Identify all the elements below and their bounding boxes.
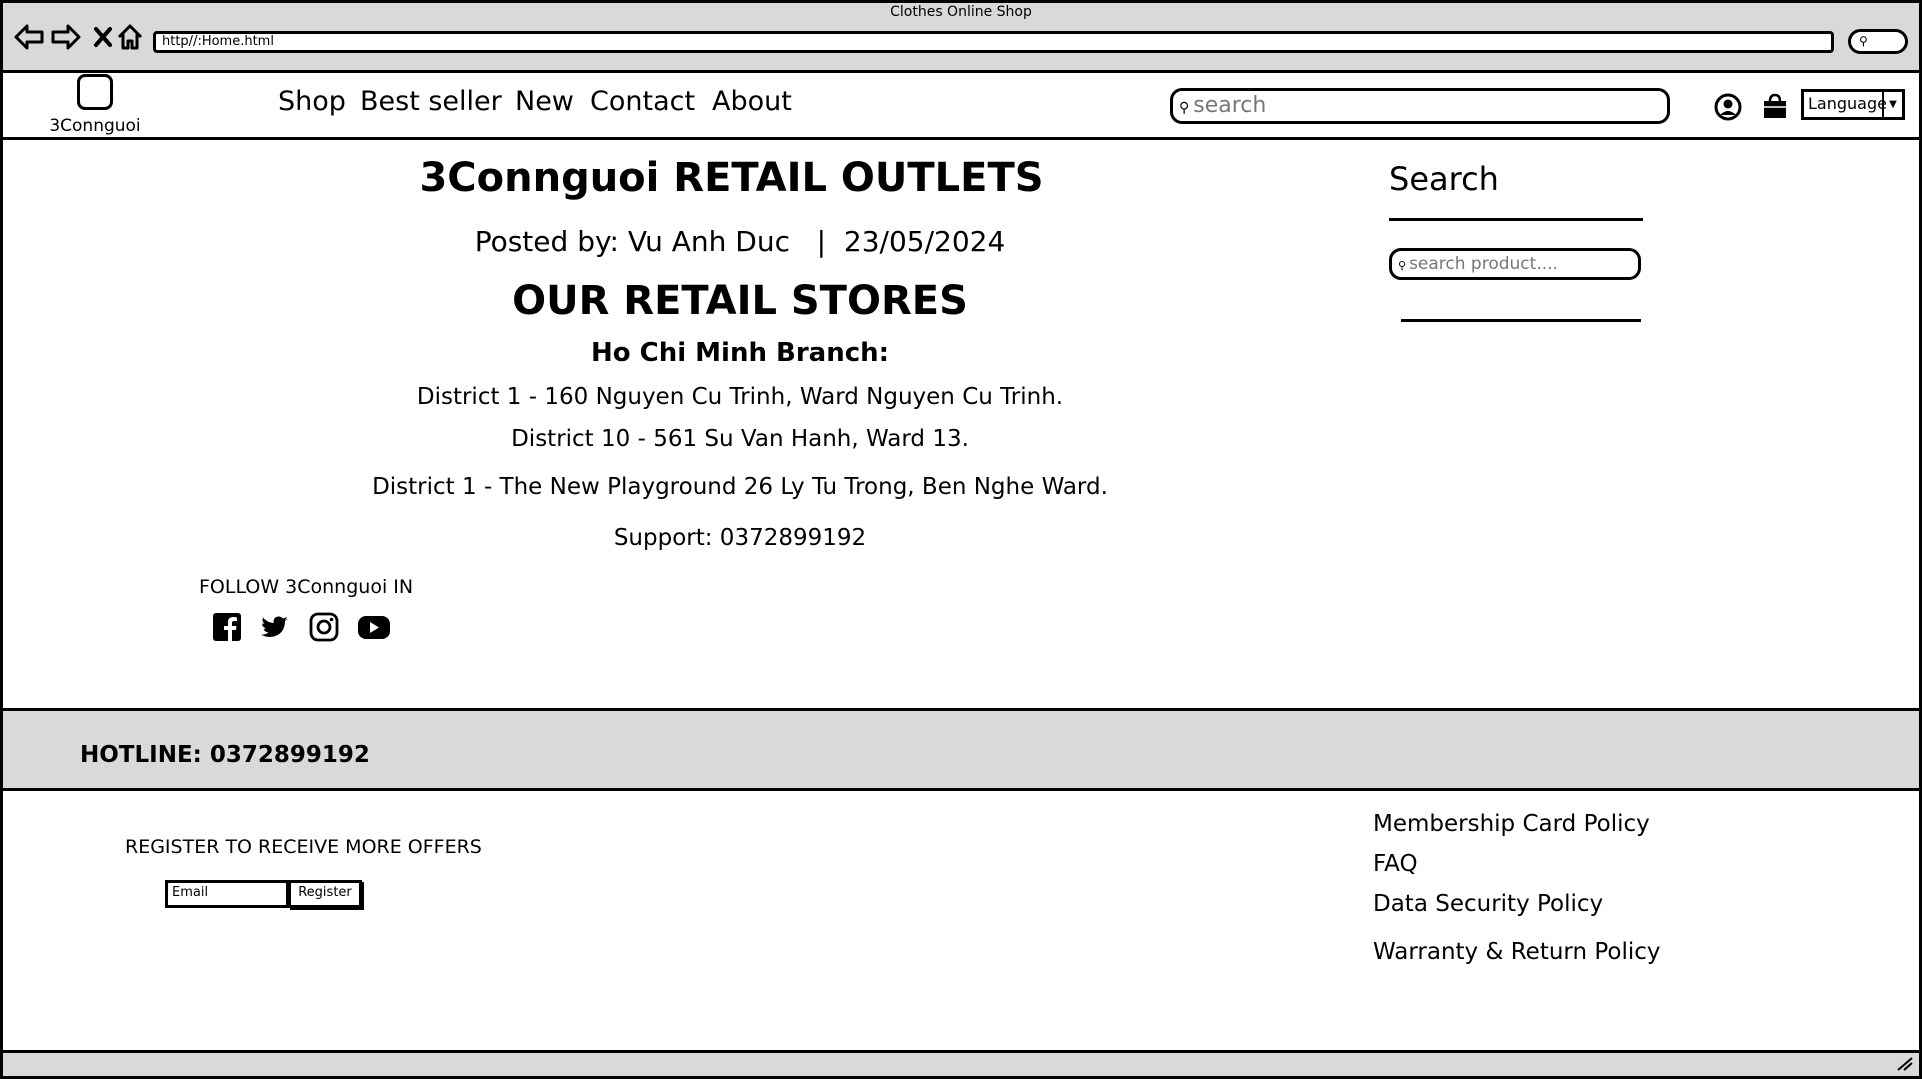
post-meta: Posted by: Vu Anh Duc | 23/05/2024 [474, 225, 1006, 258]
language-label: Language [1808, 94, 1887, 113]
sidebar-title: Search [1389, 160, 1499, 198]
search-icon: ⚲ [1179, 100, 1190, 116]
address-line: District 10 - 561 Su Van Hanh, Ward 13. [511, 426, 969, 452]
section-title: OUR RETAIL STORES [512, 278, 968, 324]
nav-best-seller[interactable]: Best seller [360, 86, 502, 117]
language-select[interactable]: Language ▼ [1801, 89, 1905, 120]
branch-heading: Ho Chi Minh Branch: [590, 338, 890, 368]
register-button[interactable]: Register [288, 880, 362, 908]
forward-arrow-icon[interactable] [49, 20, 83, 54]
support-phone: Support: 0372899192 [613, 525, 867, 551]
divider [1401, 319, 1641, 322]
nav-contact[interactable]: Contact [590, 86, 695, 117]
divider [1389, 218, 1643, 221]
footer-link-faq[interactable]: FAQ [1373, 851, 1418, 877]
logo-text: 3Connguoi [49, 116, 141, 136]
logo-icon[interactable] [77, 74, 113, 110]
nav-shop[interactable]: Shop [278, 86, 346, 117]
nav-new[interactable]: New [515, 86, 574, 117]
search-placeholder: search [1193, 93, 1267, 118]
address-line: District 1 - The New Playground 26 Ly Tu… [372, 474, 1108, 500]
footer-link-membership[interactable]: Membership Card Policy [1373, 811, 1650, 837]
search-icon: ⚲ [1398, 259, 1407, 272]
window-title: Clothes Online Shop [890, 4, 1032, 20]
footer-link-warranty[interactable]: Warranty & Return Policy [1373, 939, 1661, 965]
site-search-input[interactable]: ⚲ search [1170, 88, 1670, 124]
footer-link-data-security[interactable]: Data Security Policy [1373, 891, 1603, 917]
search-icon: ⚲ [1859, 34, 1868, 48]
browser-search-field[interactable]: ⚲ [1848, 29, 1908, 54]
instagram-icon[interactable] [309, 612, 341, 644]
email-field[interactable]: Email [165, 880, 289, 908]
sidebar-search-placeholder: search product.... [1409, 254, 1558, 274]
address-line: District 1 - 160 Nguyen Cu Trinh, Ward N… [416, 384, 1064, 410]
sidebar-search-input[interactable]: ⚲ search product.... [1389, 248, 1641, 280]
home-icon[interactable] [113, 20, 147, 54]
register-label: REGISTER TO RECEIVE MORE OFFERS [125, 836, 482, 858]
url-bar[interactable]: http//:Home.html [153, 31, 1834, 53]
facebook-icon[interactable] [212, 612, 244, 644]
resize-grip-icon[interactable] [1896, 1056, 1914, 1076]
nav-about[interactable]: About [712, 86, 792, 117]
chevron-down-icon: ▼ [1882, 92, 1902, 117]
hotline-text: HOTLINE: 0372899192 [80, 742, 370, 768]
back-arrow-icon[interactable] [12, 20, 46, 54]
twitter-icon[interactable] [260, 612, 292, 644]
status-bar [0, 1050, 1922, 1079]
page-title: 3Connguoi RETAIL OUTLETS [419, 155, 1044, 201]
youtube-icon[interactable] [357, 612, 391, 644]
user-account-icon[interactable] [1714, 93, 1742, 121]
follow-label: FOLLOW 3Connguoi IN [199, 576, 414, 598]
frame-left [0, 140, 3, 1050]
shopping-bag-icon[interactable] [1761, 92, 1789, 120]
